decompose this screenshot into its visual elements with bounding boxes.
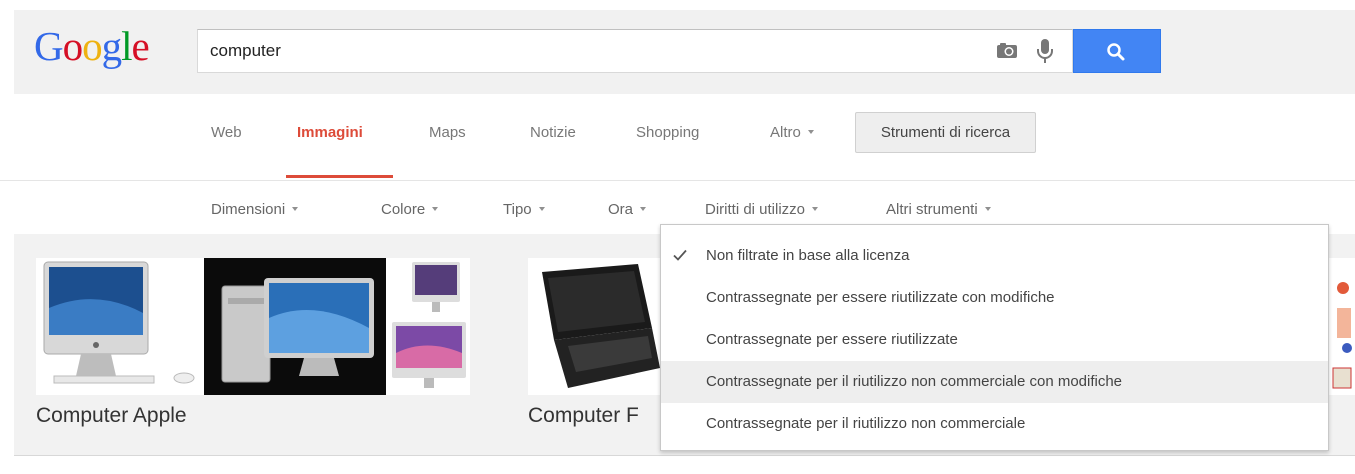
result-caption-apple[interactable]: Computer Apple bbox=[36, 404, 187, 428]
chevron-down-icon bbox=[432, 207, 439, 212]
active-tab-indicator bbox=[286, 175, 393, 178]
result-thumbnails-apple[interactable] bbox=[36, 258, 470, 395]
search-tabs: Web Immagini Maps Notizie Shopping Altro… bbox=[0, 94, 1355, 181]
microphone-icon[interactable] bbox=[1036, 38, 1054, 64]
mac-pro-thumbnail[interactable] bbox=[204, 258, 386, 395]
imac-pair-thumbnail[interactable] bbox=[386, 258, 470, 395]
search-input[interactable]: computer bbox=[197, 29, 1073, 73]
tab-web[interactable]: Web bbox=[211, 124, 242, 141]
menu-item-label: Contrassegnate per essere riutilizzate bbox=[706, 331, 958, 348]
filter-time[interactable]: Ora bbox=[608, 201, 647, 218]
menu-item-noncommercial[interactable]: Contrassegnate per il riutilizzo non com… bbox=[661, 403, 1328, 445]
logo-letter-e: e bbox=[131, 23, 150, 69]
menu-item-label: Contrassegnate per il riutilizzo non com… bbox=[706, 415, 1026, 432]
filter-usage-rights[interactable]: Diritti di utilizzo bbox=[705, 201, 819, 218]
logo-letter-l: l bbox=[121, 23, 132, 69]
tab-shopping[interactable]: Shopping bbox=[636, 124, 699, 141]
filter-size-label: Dimensioni bbox=[211, 201, 286, 218]
chevron-down-icon bbox=[807, 130, 814, 135]
menu-item-label: Contrassegnate per il riutilizzo non com… bbox=[706, 373, 1123, 390]
result-caption-f[interactable]: Computer F bbox=[528, 404, 639, 428]
menu-item-label: Non filtrate in base alla licenza bbox=[706, 247, 910, 264]
filter-type[interactable]: Tipo bbox=[503, 201, 545, 218]
header-bar: Google computer bbox=[14, 10, 1355, 94]
tab-images[interactable]: Immagini bbox=[297, 124, 363, 141]
usage-rights-menu: Non filtrate in base alla licenza Contra… bbox=[660, 224, 1329, 451]
filter-color-label: Colore bbox=[381, 201, 426, 218]
google-logo[interactable]: Google bbox=[34, 23, 150, 69]
checkmark-icon bbox=[673, 249, 687, 261]
filter-color[interactable]: Colore bbox=[381, 201, 439, 218]
tab-more[interactable]: Altro bbox=[770, 124, 814, 141]
menu-item-reuse-modify[interactable]: Contrassegnate per essere riutilizzate c… bbox=[661, 277, 1328, 319]
imac-thumbnail[interactable] bbox=[36, 258, 204, 395]
search-tools-button[interactable]: Strumenti di ricerca bbox=[855, 112, 1036, 153]
logo-letter-g: G bbox=[34, 23, 64, 69]
filter-more-tools[interactable]: Altri strumenti bbox=[886, 201, 991, 218]
filter-more-tools-label: Altri strumenti bbox=[886, 201, 978, 218]
menu-item-not-filtered[interactable]: Non filtrate in base alla licenza bbox=[661, 235, 1328, 277]
search-button[interactable] bbox=[1073, 29, 1161, 73]
chevron-down-icon bbox=[292, 207, 299, 212]
filter-usage-rights-label: Diritti di utilizzo bbox=[705, 201, 806, 218]
tab-more-label: Altro bbox=[770, 124, 801, 141]
search-query-text: computer bbox=[210, 41, 281, 60]
chevron-down-icon bbox=[640, 207, 647, 212]
netbook-thumbnail[interactable] bbox=[528, 258, 660, 395]
camera-icon[interactable] bbox=[996, 41, 1018, 59]
logo-letter-o1: o bbox=[62, 23, 83, 69]
partial-thumbnail[interactable] bbox=[1329, 258, 1355, 395]
logo-letter-g2: g bbox=[101, 23, 122, 69]
tab-news[interactable]: Notizie bbox=[530, 124, 576, 141]
menu-item-noncommercial-modify[interactable]: Contrassegnate per il riutilizzo non com… bbox=[661, 361, 1328, 403]
filter-size[interactable]: Dimensioni bbox=[211, 201, 299, 218]
filter-time-label: Ora bbox=[608, 201, 634, 218]
chevron-down-icon bbox=[538, 207, 545, 212]
chevron-down-icon bbox=[984, 207, 991, 212]
tab-maps[interactable]: Maps bbox=[429, 124, 466, 141]
logo-letter-o2: o bbox=[82, 23, 102, 69]
result-thumbnails-f[interactable] bbox=[528, 258, 660, 395]
menu-item-label: Contrassegnate per essere riutilizzate c… bbox=[706, 289, 1055, 306]
filter-type-label: Tipo bbox=[503, 201, 532, 218]
menu-item-reuse[interactable]: Contrassegnate per essere riutilizzate bbox=[661, 319, 1328, 361]
search-icon bbox=[1107, 43, 1125, 61]
chevron-down-icon bbox=[812, 207, 819, 212]
